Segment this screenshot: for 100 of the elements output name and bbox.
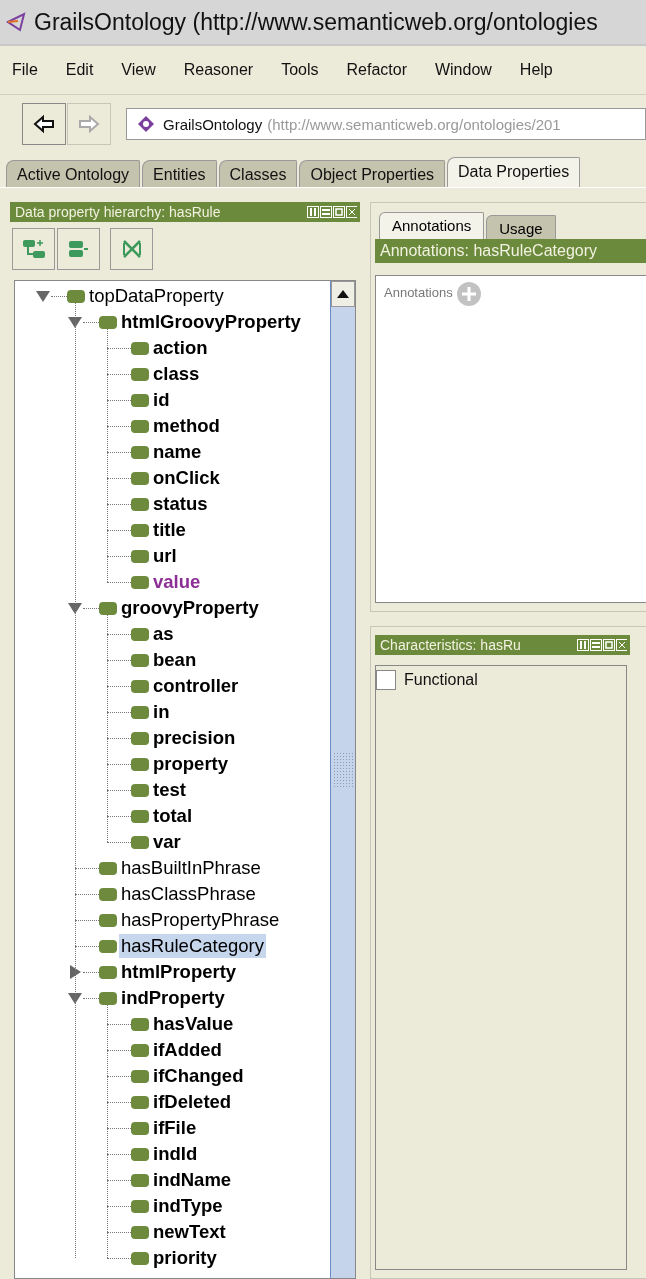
tree-item[interactable]: ifAdded xyxy=(151,1038,224,1062)
tab[interactable]: Data Properties xyxy=(447,157,581,187)
collapse-arrow-icon[interactable] xyxy=(35,288,51,304)
tree-item[interactable]: property xyxy=(151,752,231,776)
menu-item[interactable]: File xyxy=(4,61,46,79)
data-property-icon xyxy=(131,1173,149,1187)
tree-item[interactable]: htmlGroovyProperty xyxy=(119,310,303,334)
tree-item[interactable]: controller xyxy=(151,674,241,698)
data-property-icon xyxy=(131,367,149,381)
tree-item[interactable]: action xyxy=(151,336,210,360)
menu-item[interactable]: Refactor xyxy=(338,61,415,79)
tab[interactable]: Classes xyxy=(218,160,298,187)
data-property-icon xyxy=(99,965,117,979)
data-property-icon xyxy=(131,731,149,745)
tab[interactable]: Active Ontology xyxy=(6,160,141,187)
tree-item[interactable]: hasBuiltInPhrase xyxy=(119,856,263,880)
checkbox-label: Functional xyxy=(404,671,478,689)
tree-item[interactable]: newText xyxy=(151,1220,228,1244)
back-button[interactable] xyxy=(22,103,66,145)
panel-title: Data property hierarchy: hasRule xyxy=(15,204,222,220)
menu-item[interactable]: Window xyxy=(426,61,500,79)
tree-item[interactable]: var xyxy=(151,830,183,854)
tree-item[interactable]: hasPropertyPhrase xyxy=(119,908,282,932)
data-property-icon xyxy=(99,315,117,329)
ontology-address-field[interactable]: GrailsOntology (http://www.semanticweb.org/ontologies/201 xyxy=(126,108,646,140)
tree-item[interactable]: hasValue xyxy=(151,1012,236,1036)
data-property-icon xyxy=(131,1147,149,1161)
menu-item[interactable]: View xyxy=(113,61,164,79)
tree-item[interactable]: in xyxy=(151,700,172,724)
tree-item[interactable]: url xyxy=(151,544,179,568)
tree-item[interactable]: id xyxy=(151,388,172,412)
data-property-icon xyxy=(131,1043,149,1057)
collapse-arrow-icon[interactable] xyxy=(67,990,83,1006)
tree-item[interactable]: onClick xyxy=(151,466,222,490)
tree-item[interactable]: htmlProperty xyxy=(119,960,239,984)
data-property-icon xyxy=(131,679,149,693)
ontology-iri: (http://www.semanticweb.org/ontologies/201 xyxy=(267,115,561,133)
collapse-arrow-icon[interactable] xyxy=(67,314,83,330)
tree-item[interactable]: as xyxy=(151,622,176,646)
data-property-icon xyxy=(131,1225,149,1239)
data-property-icon xyxy=(131,575,149,589)
tree-item[interactable]: value xyxy=(151,570,203,594)
panel-controls-icon[interactable] xyxy=(307,206,357,218)
tree-item[interactable]: groovyProperty xyxy=(119,596,261,620)
data-property-icon xyxy=(67,289,85,303)
tree-item[interactable]: hasRuleCategory xyxy=(119,934,266,958)
left-arrow-icon xyxy=(33,114,55,134)
menu-item[interactable]: Edit xyxy=(57,61,102,79)
data-property-icon xyxy=(131,757,149,771)
delete-property-button[interactable] xyxy=(110,228,153,270)
tab[interactable]: Annotations xyxy=(379,212,485,239)
right-arrow-icon xyxy=(78,114,100,134)
tab[interactable]: Object Properties xyxy=(299,160,446,187)
tree-item[interactable]: bean xyxy=(151,648,199,672)
menu-item[interactable]: Help xyxy=(511,61,561,79)
tree-item[interactable]: indType xyxy=(151,1194,225,1218)
data-property-icon xyxy=(131,627,149,641)
tree-item[interactable]: precision xyxy=(151,726,238,750)
tree-item[interactable]: priority xyxy=(151,1246,219,1270)
scrollbar[interactable] xyxy=(330,281,355,1278)
add-sibling-property-button[interactable] xyxy=(57,228,100,270)
add-sub-property-button[interactable] xyxy=(12,228,55,270)
tree-item[interactable]: indId xyxy=(151,1142,200,1166)
tab[interactable]: Usage xyxy=(486,215,556,239)
tree-item[interactable]: test xyxy=(151,778,188,802)
collapse-arrow-icon[interactable] xyxy=(67,600,83,616)
checkbox[interactable] xyxy=(376,670,396,690)
scroll-up-button[interactable] xyxy=(331,281,355,307)
data-property-icon xyxy=(131,419,149,433)
menu-item[interactable]: Tools xyxy=(273,61,327,79)
tree-item[interactable]: total xyxy=(151,804,195,828)
expand-arrow-icon[interactable] xyxy=(67,964,83,980)
tree-item[interactable]: indName xyxy=(151,1168,234,1192)
tab[interactable]: Entities xyxy=(142,160,217,187)
data-property-icon xyxy=(131,1199,149,1213)
data-property-icon xyxy=(131,1069,149,1083)
data-property-icon xyxy=(131,549,149,563)
add-sub-property-icon xyxy=(21,238,46,260)
tree-item[interactable]: ifDeleted xyxy=(151,1090,234,1114)
data-property-icon xyxy=(131,1095,149,1109)
tree-item[interactable]: ifFile xyxy=(151,1116,199,1140)
annotations-label: Annotations xyxy=(384,284,453,302)
data-property-icon xyxy=(99,887,117,901)
tree-item[interactable]: topDataProperty xyxy=(87,284,226,308)
up-arrow-icon xyxy=(337,290,349,298)
tree-item[interactable]: class xyxy=(151,362,202,386)
tree-item[interactable]: status xyxy=(151,492,210,516)
data-property-icon xyxy=(131,705,149,719)
app-logo-icon xyxy=(6,12,26,32)
tree-item[interactable]: indProperty xyxy=(119,986,227,1010)
add-sibling-property-icon xyxy=(66,238,91,260)
ontology-icon xyxy=(137,115,155,133)
panel-controls-icon[interactable] xyxy=(577,639,627,651)
menu-item[interactable]: Reasoner xyxy=(175,61,262,79)
tree-item[interactable]: ifChanged xyxy=(151,1064,246,1088)
tree-item[interactable]: method xyxy=(151,414,222,438)
tree-item[interactable]: hasClassPhrase xyxy=(119,882,258,906)
tree-item[interactable]: name xyxy=(151,440,204,464)
data-property-icon xyxy=(131,783,149,797)
tree-item[interactable]: title xyxy=(151,518,188,542)
